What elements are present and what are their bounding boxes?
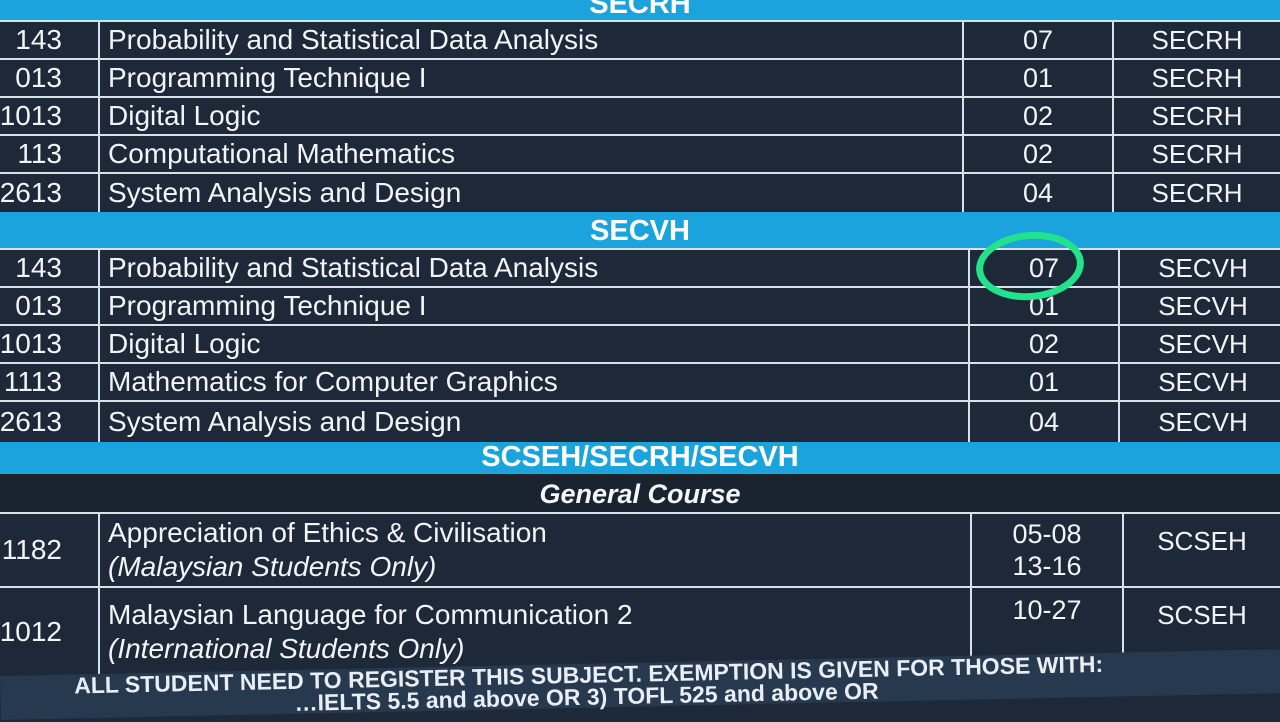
course-code: 1013 xyxy=(0,328,62,359)
course-name: Computational Mathematics xyxy=(98,136,962,172)
section-range: 10-27 xyxy=(1012,595,1082,625)
section-header-secrh: SECRH xyxy=(0,0,1280,22)
section-number: 02 xyxy=(962,136,1112,172)
section-number: 01 xyxy=(962,60,1112,96)
course-name: Digital Logic xyxy=(98,98,962,134)
course-code: 2613 xyxy=(0,177,62,208)
section-range: 05-08 xyxy=(1012,519,1082,549)
table-row: 1182 Appreciation of Ethics & Civilisati… xyxy=(0,512,1280,586)
course-code: 143 xyxy=(15,24,62,55)
course-code: 013 xyxy=(15,290,62,321)
section-number: 02 xyxy=(968,326,1118,362)
table-row: 2613 System Analysis and Design 04 SECVH xyxy=(0,400,1280,442)
course-code: 2613 xyxy=(0,406,62,437)
program-code: SECVH xyxy=(1118,288,1280,324)
course-code: 1012 xyxy=(0,616,62,647)
section-range: 13-16 xyxy=(1012,551,1082,581)
course-code: 143 xyxy=(15,252,62,283)
course-note: (International Students Only) xyxy=(108,633,465,664)
section-range-cell: 05-08 13-16 xyxy=(970,514,1122,586)
course-code: 1113 xyxy=(3,366,62,397)
section-number: 04 xyxy=(968,402,1118,442)
table-row: 013 Programming Technique I 01 SECRH xyxy=(0,58,1280,96)
program-code: SECRH xyxy=(1112,136,1280,172)
table-row: 143 Probability and Statistical Data Ana… xyxy=(0,20,1280,58)
course-name: Programming Technique I xyxy=(98,60,962,96)
course-name-cell: Appreciation of Ethics & Civilisation (M… xyxy=(98,514,962,586)
table-row: 1013 Digital Logic 02 SECVH xyxy=(0,324,1280,362)
section-number: 02 xyxy=(962,98,1112,134)
course-code: 113 xyxy=(17,138,62,169)
table-row: 143 Probability and Statistical Data Ana… xyxy=(0,248,1280,286)
course-name: Mathematics for Computer Graphics xyxy=(98,364,962,400)
general-course-heading: General Course xyxy=(0,474,1280,512)
program-code: SECVH xyxy=(1118,250,1280,286)
table-row: 1113 Mathematics for Computer Graphics 0… xyxy=(0,362,1280,400)
course-name: Digital Logic xyxy=(98,326,962,362)
course-name: Programming Technique I xyxy=(98,288,962,324)
program-code: SECRH xyxy=(1112,60,1280,96)
course-code: 013 xyxy=(15,62,62,93)
table-row: 1013 Digital Logic 02 SECRH xyxy=(0,96,1280,134)
course-name: Probability and Statistical Data Analysi… xyxy=(98,22,962,58)
section-number: 04 xyxy=(962,174,1112,212)
course-name: Appreciation of Ethics & Civilisation xyxy=(108,517,547,548)
table-row: 2613 System Analysis and Design 04 SECRH xyxy=(0,172,1280,212)
program-code: SECVH xyxy=(1118,364,1280,400)
section-number: 01 xyxy=(968,364,1118,400)
program-code: SECRH xyxy=(1112,22,1280,58)
course-code: 1182 xyxy=(1,534,62,565)
section-header-combined: SCSEH/SECRH/SECVH xyxy=(0,442,1280,474)
course-note: (Malaysian Students Only) xyxy=(108,551,437,582)
program-code: SECVH xyxy=(1118,326,1280,362)
program-code: SECRH xyxy=(1112,174,1280,212)
program-code: SCSEH xyxy=(1122,514,1280,586)
course-name: System Analysis and Design xyxy=(98,402,962,442)
program-code: SECRH xyxy=(1112,98,1280,134)
section-header-secvh: SECVH xyxy=(0,212,1280,248)
course-name: Malaysian Language for Communication 2 xyxy=(108,599,633,630)
course-code: 1013 xyxy=(0,100,62,131)
table-row: 013 Programming Technique I 01 SECVH xyxy=(0,286,1280,324)
table-row: 113 Computational Mathematics 02 SECRH xyxy=(0,134,1280,172)
program-code: SECVH xyxy=(1118,402,1280,442)
course-name: Probability and Statistical Data Analysi… xyxy=(98,250,962,286)
section-number: 07 xyxy=(962,22,1112,58)
course-name: System Analysis and Design xyxy=(98,174,962,212)
